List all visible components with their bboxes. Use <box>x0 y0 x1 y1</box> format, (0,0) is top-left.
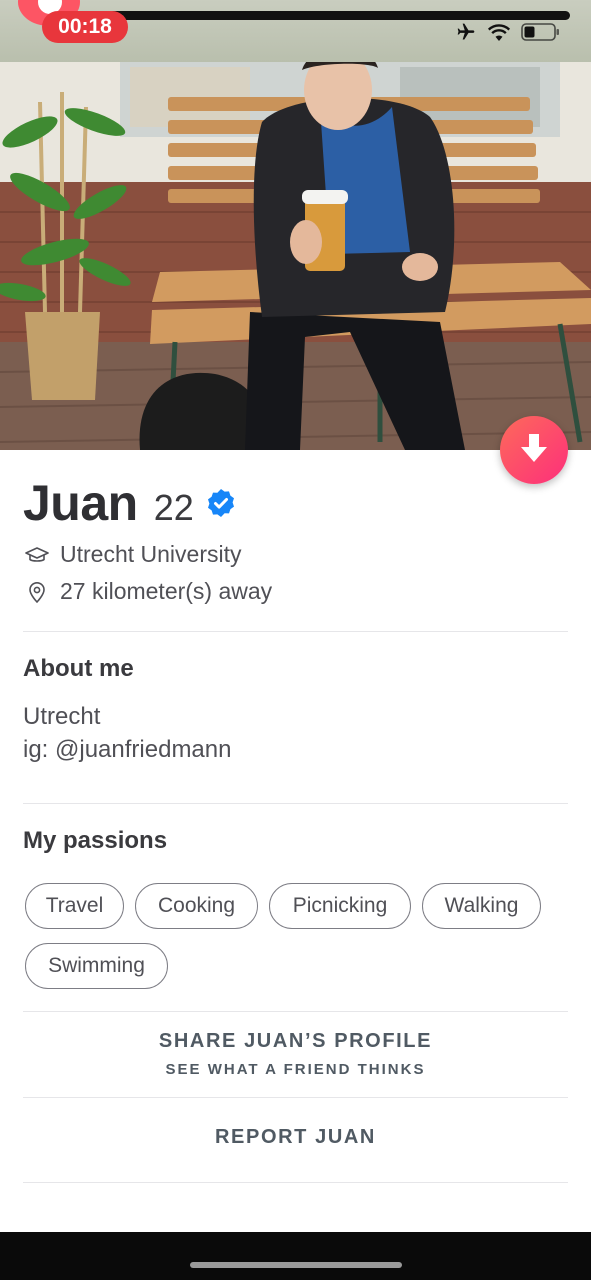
battery-icon <box>521 22 561 42</box>
about-line: Utrecht <box>23 703 101 730</box>
share-profile-subtitle[interactable]: SEE WHAT A FRIEND THINKS <box>0 1061 591 1078</box>
status-progress-line <box>108 11 570 20</box>
home-indicator[interactable] <box>190 1262 402 1268</box>
arrow-down-icon <box>519 432 549 469</box>
wifi-icon <box>487 23 511 41</box>
divider <box>23 803 568 804</box>
status-bar: 00:18 <box>0 0 591 62</box>
divider <box>23 1182 568 1183</box>
divider <box>23 1097 568 1098</box>
passion-chip[interactable]: Walking <box>422 883 541 929</box>
verified-badge-icon[interactable] <box>206 488 236 523</box>
passions-title: My passions <box>23 827 168 854</box>
recording-timer[interactable]: 00:18 <box>42 11 128 43</box>
collapse-profile-button[interactable] <box>500 416 568 484</box>
passion-chip[interactable]: Travel <box>25 883 124 929</box>
report-button[interactable]: REPORT JUAN <box>0 1126 591 1149</box>
profile-photo[interactable] <box>0 62 591 450</box>
graduation-cap-icon <box>24 546 50 564</box>
status-icons <box>455 22 561 42</box>
distance-row: 27 kilometer(s) away <box>24 578 272 605</box>
school-text: Utrecht University <box>60 541 242 567</box>
location-pin-icon <box>24 581 50 603</box>
school-row: Utrecht University <box>24 541 241 568</box>
passion-chip[interactable]: Swimming <box>25 943 168 989</box>
distance-text: 27 kilometer(s) away <box>60 578 273 604</box>
passion-chip[interactable]: Cooking <box>135 883 258 929</box>
profile-age: 22 <box>153 487 194 528</box>
passion-chip[interactable]: Picnicking <box>269 883 411 929</box>
profile-name: Juan <box>23 475 138 531</box>
share-profile-button[interactable]: SHARE JUAN’S PROFILE <box>0 1030 591 1053</box>
about-title: About me <box>23 655 134 682</box>
name-age-row: Juan 22 <box>23 474 236 532</box>
divider <box>23 1011 568 1012</box>
bottom-bar <box>0 1232 591 1280</box>
about-line[interactable]: ig: @juanfriedmann <box>23 736 231 764</box>
divider <box>23 631 568 632</box>
airplane-icon <box>455 22 477 42</box>
